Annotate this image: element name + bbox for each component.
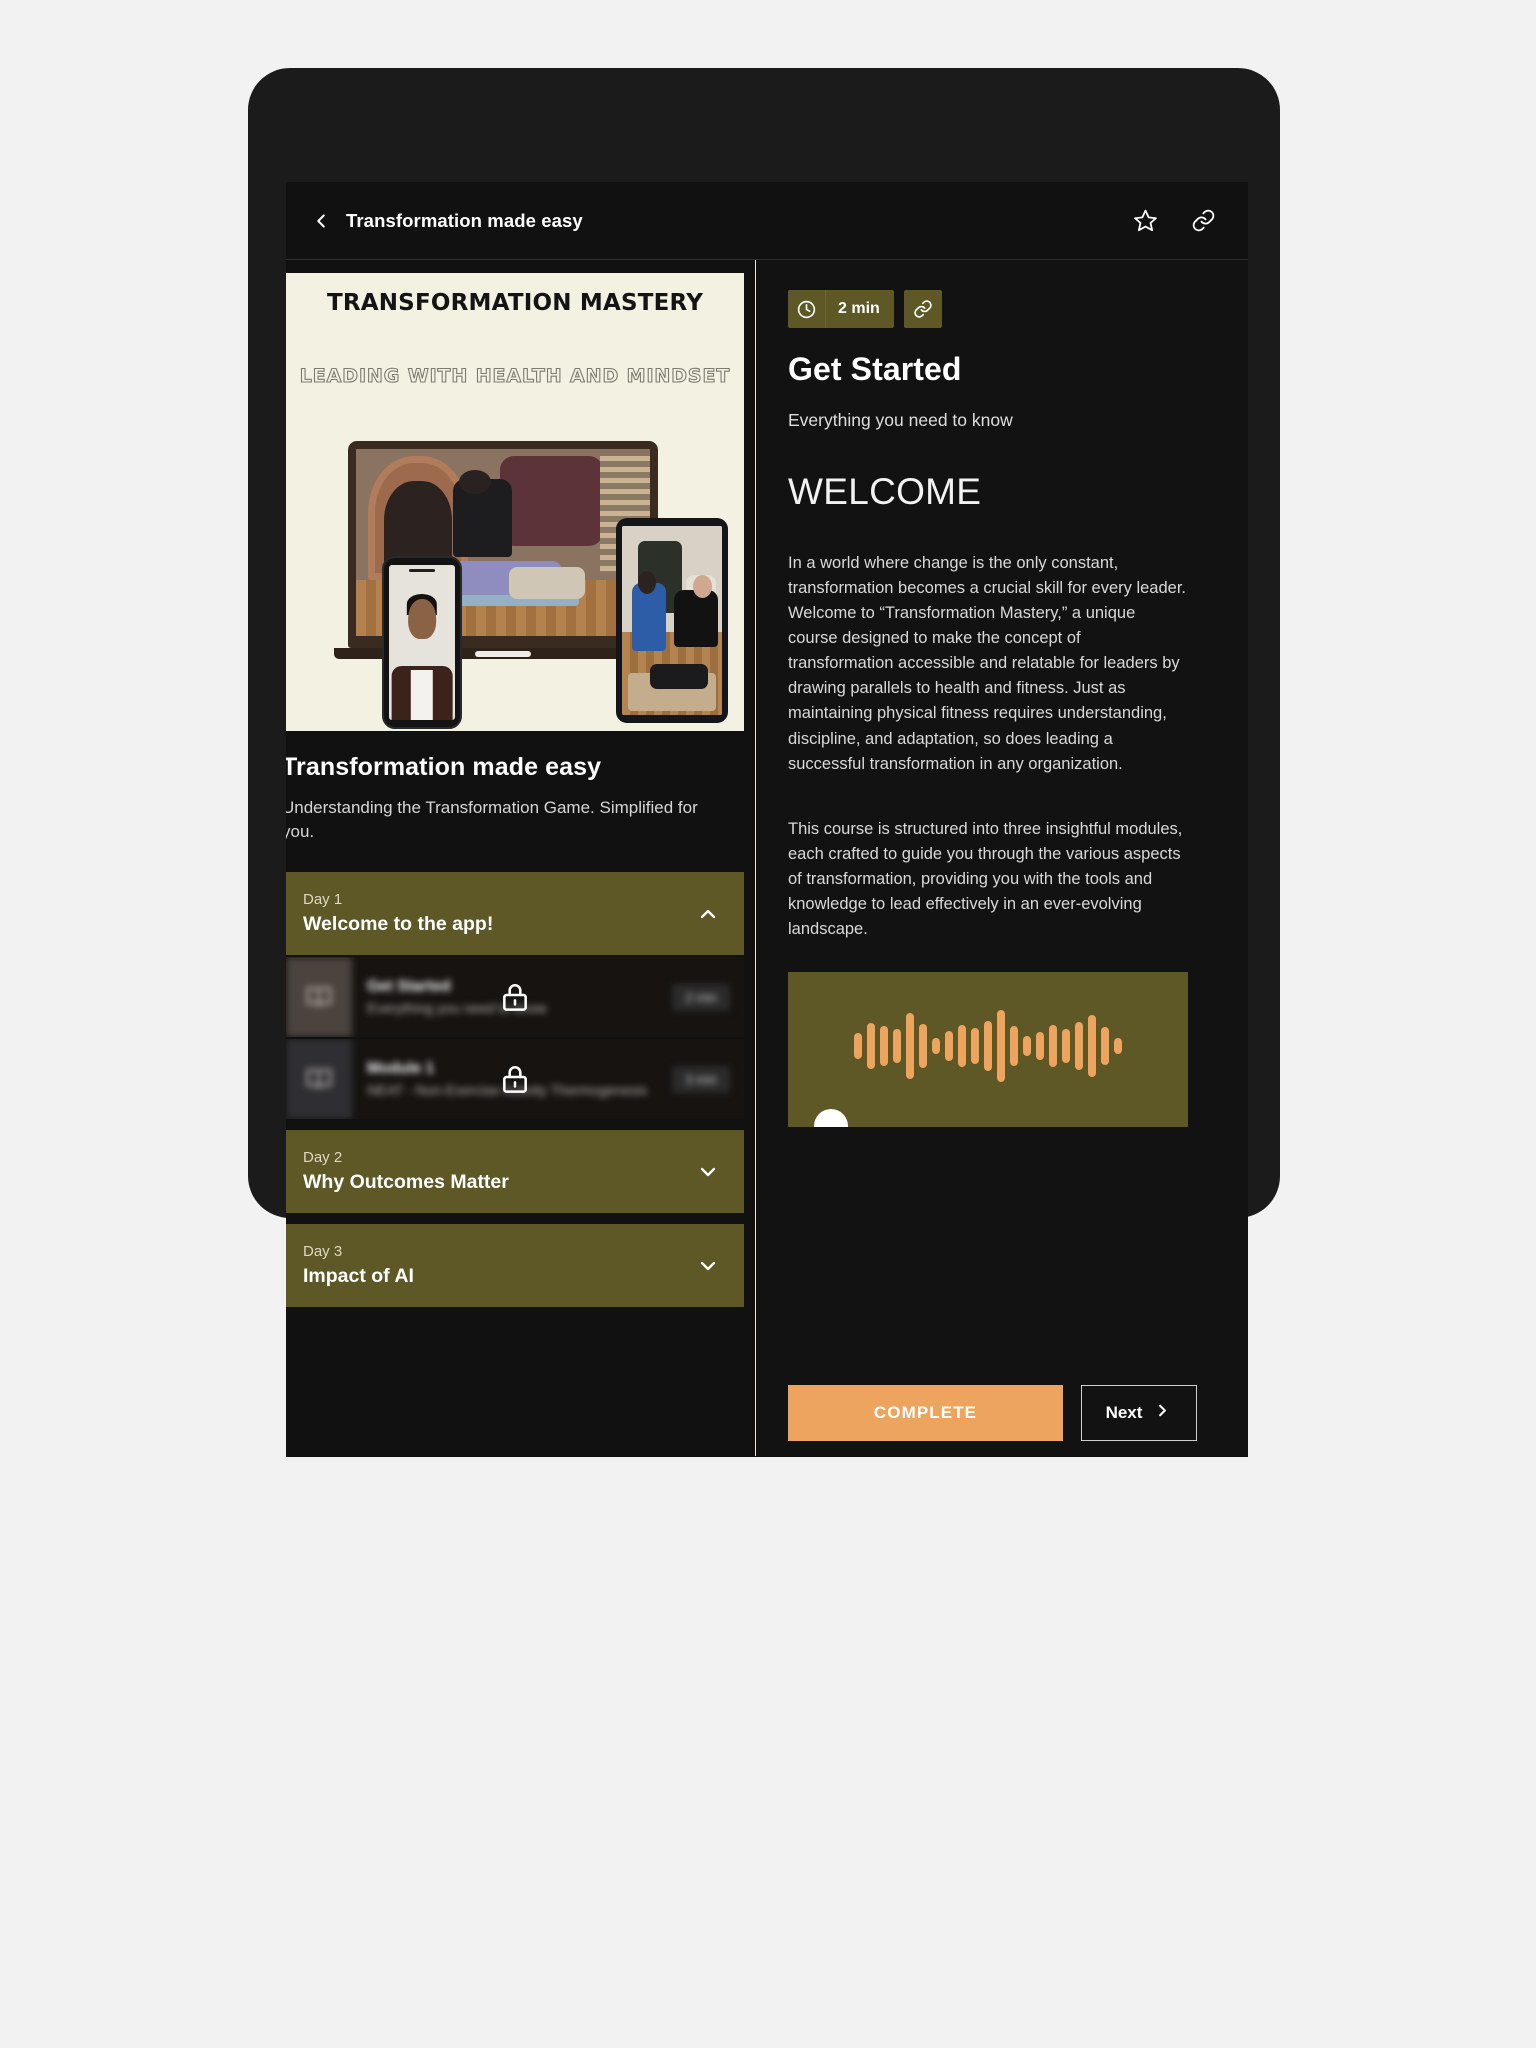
day-title: Welcome to the app! <box>303 912 494 935</box>
day-title: Why Outcomes Matter <box>303 1170 509 1193</box>
duration-badge-label: 2 min <box>838 300 880 317</box>
chevron-down-icon[interactable] <box>696 1160 720 1184</box>
list-item[interactable]: Get Started Everything you need to know … <box>286 957 744 1038</box>
app-viewport: Transformation made easy TRANSFORMATION … <box>286 182 1248 1457</box>
lesson-detail-panel: 2 min Get Started Everything you need to… <box>756 260 1248 1456</box>
app-topbar: Transformation made easy <box>286 182 1248 260</box>
topbar-actions <box>1130 206 1218 236</box>
course-title: Transformation made easy <box>286 753 602 781</box>
course-description: Understanding the Transformation Game. S… <box>286 798 698 842</box>
lesson-duration: 3 min <box>672 1065 730 1093</box>
book-icon <box>286 957 352 1038</box>
chevron-left-icon[interactable] <box>308 208 334 234</box>
link-icon[interactable] <box>903 290 942 328</box>
lesson-duration: 2 min <box>672 983 730 1011</box>
cover-phone-mock <box>382 556 462 729</box>
accordion-header-day-1[interactable]: Day 1 Welcome to the app! <box>286 872 744 956</box>
day-title: Impact of AI <box>303 1264 414 1287</box>
lesson-meta-badges: 2 min <box>788 290 1216 328</box>
audio-player-card[interactable] <box>788 972 1188 1128</box>
star-outline-icon[interactable] <box>1130 206 1160 236</box>
page-title: Transformation made easy <box>346 209 583 231</box>
next-button[interactable]: Next <box>1081 1385 1197 1441</box>
link-icon[interactable] <box>1188 206 1218 236</box>
chevron-up-icon[interactable] <box>696 902 720 926</box>
play-button-circle[interactable] <box>814 1109 848 1128</box>
lesson-heading: Get Started <box>788 351 962 387</box>
audio-waveform <box>854 1006 1122 1086</box>
list-item[interactable]: Module 1 NEAT - Non-Exercise Activity Th… <box>286 1039 744 1120</box>
content-heading-welcome: WELCOME <box>788 471 982 512</box>
course-day-accordion: Day 1 Welcome to the app! Get Started Ev… <box>286 872 754 1308</box>
cover-title: TRANSFORMATION MASTERY <box>326 290 704 316</box>
clock-icon <box>788 290 826 328</box>
day-label: Day 2 <box>303 1149 343 1167</box>
complete-button[interactable]: COMPLETE <box>788 1385 1063 1441</box>
book-icon <box>286 1039 352 1120</box>
day-label: Day 3 <box>303 1243 343 1261</box>
page-root: Transformation made easy TRANSFORMATION … <box>0 0 1536 2048</box>
lesson-paragraph-2: This course is structured into three ins… <box>788 819 1183 939</box>
app-content: TRANSFORMATION MASTERY LEADING WITH HEAL… <box>286 260 1248 1456</box>
lock-icon <box>499 1063 531 1095</box>
lesson-footer-actions: COMPLETE Next <box>788 1382 1216 1456</box>
accordion-header-day-2[interactable]: Day 2 Why Outcomes Matter <box>286 1130 744 1214</box>
chevron-down-icon[interactable] <box>696 1254 720 1278</box>
day-label: Day 1 <box>303 891 343 909</box>
lesson-subheading: Everything you need to know <box>788 410 1013 430</box>
duration-badge: 2 min <box>788 290 894 328</box>
course-outline-panel[interactable]: TRANSFORMATION MASTERY LEADING WITH HEAL… <box>286 260 756 1456</box>
accordion-header-day-3[interactable]: Day 3 Impact of AI <box>286 1224 744 1308</box>
cover-subtitle: LEADING WITH HEALTH AND MINDSET <box>299 364 731 387</box>
lock-icon <box>499 981 531 1013</box>
course-cover-image: TRANSFORMATION MASTERY LEADING WITH HEAL… <box>286 273 744 731</box>
lesson-paragraph-1: In a world where change is the only cons… <box>788 554 1186 773</box>
next-button-label: Next <box>1105 1403 1143 1422</box>
cover-tablet-mock <box>616 518 728 723</box>
course-outline-scroller: TRANSFORMATION MASTERY LEADING WITH HEAL… <box>286 273 754 1308</box>
chevron-right-icon <box>1153 1401 1172 1425</box>
